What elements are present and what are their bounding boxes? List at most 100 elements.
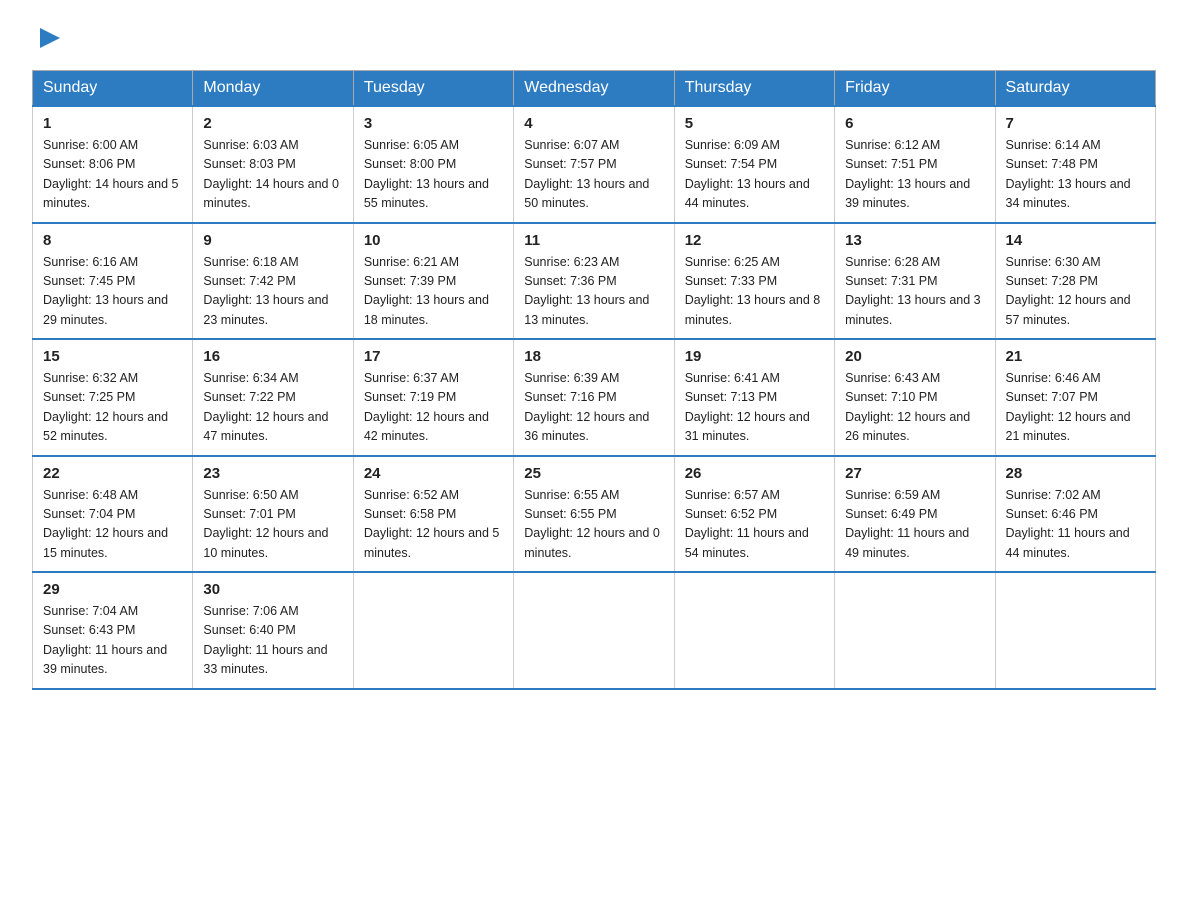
calendar-cell: 2 Sunrise: 6:03 AMSunset: 8:03 PMDayligh… xyxy=(193,106,353,223)
day-info: Sunrise: 7:06 AMSunset: 6:40 PMDaylight:… xyxy=(203,604,327,676)
day-info: Sunrise: 6:41 AMSunset: 7:13 PMDaylight:… xyxy=(685,371,810,443)
day-info: Sunrise: 6:18 AMSunset: 7:42 PMDaylight:… xyxy=(203,255,328,327)
calendar-cell: 27 Sunrise: 6:59 AMSunset: 6:49 PMDaylig… xyxy=(835,456,995,573)
day-number: 11 xyxy=(524,232,663,249)
day-number: 13 xyxy=(845,232,984,249)
calendar-cell: 6 Sunrise: 6:12 AMSunset: 7:51 PMDayligh… xyxy=(835,106,995,223)
calendar-cell: 9 Sunrise: 6:18 AMSunset: 7:42 PMDayligh… xyxy=(193,223,353,340)
day-number: 19 xyxy=(685,348,824,365)
page-header xyxy=(32,24,1156,52)
weekday-header-saturday: Saturday xyxy=(995,71,1155,107)
calendar-cell: 23 Sunrise: 6:50 AMSunset: 7:01 PMDaylig… xyxy=(193,456,353,573)
calendar-cell xyxy=(514,572,674,689)
day-info: Sunrise: 6:43 AMSunset: 7:10 PMDaylight:… xyxy=(845,371,970,443)
calendar-cell: 13 Sunrise: 6:28 AMSunset: 7:31 PMDaylig… xyxy=(835,223,995,340)
day-info: Sunrise: 6:12 AMSunset: 7:51 PMDaylight:… xyxy=(845,138,970,210)
weekday-header-monday: Monday xyxy=(193,71,353,107)
day-number: 17 xyxy=(364,348,503,365)
day-info: Sunrise: 6:05 AMSunset: 8:00 PMDaylight:… xyxy=(364,138,489,210)
calendar-cell: 15 Sunrise: 6:32 AMSunset: 7:25 PMDaylig… xyxy=(33,339,193,456)
day-number: 22 xyxy=(43,465,182,482)
calendar-cell: 12 Sunrise: 6:25 AMSunset: 7:33 PMDaylig… xyxy=(674,223,834,340)
calendar-cell: 19 Sunrise: 6:41 AMSunset: 7:13 PMDaylig… xyxy=(674,339,834,456)
day-info: Sunrise: 6:57 AMSunset: 6:52 PMDaylight:… xyxy=(685,488,809,560)
day-info: Sunrise: 6:48 AMSunset: 7:04 PMDaylight:… xyxy=(43,488,168,560)
day-info: Sunrise: 6:28 AMSunset: 7:31 PMDaylight:… xyxy=(845,255,981,327)
day-info: Sunrise: 6:32 AMSunset: 7:25 PMDaylight:… xyxy=(43,371,168,443)
calendar-week-row: 22 Sunrise: 6:48 AMSunset: 7:04 PMDaylig… xyxy=(33,456,1156,573)
day-info: Sunrise: 6:39 AMSunset: 7:16 PMDaylight:… xyxy=(524,371,649,443)
logo xyxy=(32,24,62,52)
day-number: 2 xyxy=(203,115,342,132)
day-number: 8 xyxy=(43,232,182,249)
calendar-cell: 5 Sunrise: 6:09 AMSunset: 7:54 PMDayligh… xyxy=(674,106,834,223)
weekday-header-wednesday: Wednesday xyxy=(514,71,674,107)
calendar-cell: 28 Sunrise: 7:02 AMSunset: 6:46 PMDaylig… xyxy=(995,456,1155,573)
calendar-week-row: 8 Sunrise: 6:16 AMSunset: 7:45 PMDayligh… xyxy=(33,223,1156,340)
weekday-header-sunday: Sunday xyxy=(33,71,193,107)
calendar-cell: 4 Sunrise: 6:07 AMSunset: 7:57 PMDayligh… xyxy=(514,106,674,223)
calendar-cell: 1 Sunrise: 6:00 AMSunset: 8:06 PMDayligh… xyxy=(33,106,193,223)
calendar-cell xyxy=(995,572,1155,689)
day-number: 14 xyxy=(1006,232,1145,249)
day-info: Sunrise: 6:07 AMSunset: 7:57 PMDaylight:… xyxy=(524,138,649,210)
calendar-cell: 11 Sunrise: 6:23 AMSunset: 7:36 PMDaylig… xyxy=(514,223,674,340)
calendar-cell: 25 Sunrise: 6:55 AMSunset: 6:55 PMDaylig… xyxy=(514,456,674,573)
day-info: Sunrise: 6:00 AMSunset: 8:06 PMDaylight:… xyxy=(43,138,179,210)
day-number: 1 xyxy=(43,115,182,132)
day-info: Sunrise: 6:23 AMSunset: 7:36 PMDaylight:… xyxy=(524,255,649,327)
day-info: Sunrise: 6:21 AMSunset: 7:39 PMDaylight:… xyxy=(364,255,489,327)
day-number: 29 xyxy=(43,581,182,598)
calendar-cell: 18 Sunrise: 6:39 AMSunset: 7:16 PMDaylig… xyxy=(514,339,674,456)
calendar-cell xyxy=(353,572,513,689)
calendar-cell: 20 Sunrise: 6:43 AMSunset: 7:10 PMDaylig… xyxy=(835,339,995,456)
day-number: 27 xyxy=(845,465,984,482)
day-info: Sunrise: 6:14 AMSunset: 7:48 PMDaylight:… xyxy=(1006,138,1131,210)
day-info: Sunrise: 6:34 AMSunset: 7:22 PMDaylight:… xyxy=(203,371,328,443)
weekday-header-tuesday: Tuesday xyxy=(353,71,513,107)
day-number: 25 xyxy=(524,465,663,482)
logo-triangle-icon xyxy=(34,24,62,52)
calendar-cell: 26 Sunrise: 6:57 AMSunset: 6:52 PMDaylig… xyxy=(674,456,834,573)
day-number: 26 xyxy=(685,465,824,482)
day-number: 5 xyxy=(685,115,824,132)
day-info: Sunrise: 6:46 AMSunset: 7:07 PMDaylight:… xyxy=(1006,371,1131,443)
calendar-cell: 21 Sunrise: 6:46 AMSunset: 7:07 PMDaylig… xyxy=(995,339,1155,456)
calendar-cell: 29 Sunrise: 7:04 AMSunset: 6:43 PMDaylig… xyxy=(33,572,193,689)
calendar-cell: 22 Sunrise: 6:48 AMSunset: 7:04 PMDaylig… xyxy=(33,456,193,573)
calendar-cell xyxy=(674,572,834,689)
day-info: Sunrise: 6:50 AMSunset: 7:01 PMDaylight:… xyxy=(203,488,328,560)
day-number: 10 xyxy=(364,232,503,249)
day-number: 20 xyxy=(845,348,984,365)
day-number: 30 xyxy=(203,581,342,598)
day-number: 12 xyxy=(685,232,824,249)
day-info: Sunrise: 7:02 AMSunset: 6:46 PMDaylight:… xyxy=(1006,488,1130,560)
day-info: Sunrise: 6:55 AMSunset: 6:55 PMDaylight:… xyxy=(524,488,660,560)
calendar-cell: 30 Sunrise: 7:06 AMSunset: 6:40 PMDaylig… xyxy=(193,572,353,689)
day-info: Sunrise: 6:16 AMSunset: 7:45 PMDaylight:… xyxy=(43,255,168,327)
day-number: 21 xyxy=(1006,348,1145,365)
day-number: 3 xyxy=(364,115,503,132)
calendar-week-row: 15 Sunrise: 6:32 AMSunset: 7:25 PMDaylig… xyxy=(33,339,1156,456)
day-number: 15 xyxy=(43,348,182,365)
weekday-header-thursday: Thursday xyxy=(674,71,834,107)
day-info: Sunrise: 6:09 AMSunset: 7:54 PMDaylight:… xyxy=(685,138,810,210)
day-number: 24 xyxy=(364,465,503,482)
calendar-cell: 3 Sunrise: 6:05 AMSunset: 8:00 PMDayligh… xyxy=(353,106,513,223)
day-info: Sunrise: 6:37 AMSunset: 7:19 PMDaylight:… xyxy=(364,371,489,443)
calendar-cell: 7 Sunrise: 6:14 AMSunset: 7:48 PMDayligh… xyxy=(995,106,1155,223)
weekday-header-row: SundayMondayTuesdayWednesdayThursdayFrid… xyxy=(33,71,1156,107)
calendar-table: SundayMondayTuesdayWednesdayThursdayFrid… xyxy=(32,70,1156,690)
calendar-cell: 8 Sunrise: 6:16 AMSunset: 7:45 PMDayligh… xyxy=(33,223,193,340)
day-info: Sunrise: 6:03 AMSunset: 8:03 PMDaylight:… xyxy=(203,138,339,210)
day-info: Sunrise: 7:04 AMSunset: 6:43 PMDaylight:… xyxy=(43,604,167,676)
day-info: Sunrise: 6:25 AMSunset: 7:33 PMDaylight:… xyxy=(685,255,821,327)
calendar-week-row: 29 Sunrise: 7:04 AMSunset: 6:43 PMDaylig… xyxy=(33,572,1156,689)
weekday-header-friday: Friday xyxy=(835,71,995,107)
day-number: 16 xyxy=(203,348,342,365)
calendar-cell: 10 Sunrise: 6:21 AMSunset: 7:39 PMDaylig… xyxy=(353,223,513,340)
calendar-cell: 16 Sunrise: 6:34 AMSunset: 7:22 PMDaylig… xyxy=(193,339,353,456)
calendar-week-row: 1 Sunrise: 6:00 AMSunset: 8:06 PMDayligh… xyxy=(33,106,1156,223)
day-number: 28 xyxy=(1006,465,1145,482)
day-number: 18 xyxy=(524,348,663,365)
